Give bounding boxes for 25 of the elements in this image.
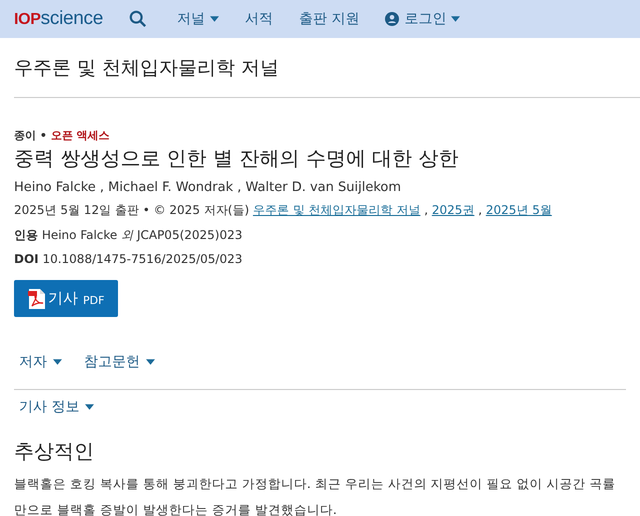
abstract-text: 블랙홀은 호킹 복사를 통해 붕괴한다고 가정합니다. 최근 우리는 사건의 지평선이 필요 없이 시공간 곡률만으로 블랙홀 증발이 발생한다는 증거를 발견했습니다.	[14, 475, 617, 516]
publication-link[interactable]: 2025권	[432, 203, 474, 217]
nav-menu-item[interactable]: 서적	[245, 10, 273, 28]
pdf-file-icon	[28, 288, 46, 308]
logo[interactable]: IOPscience	[14, 8, 103, 30]
article-title: 중력 쌍생성으로 인한 별 잔해의 수명에 대한 상한	[14, 145, 460, 172]
abstract-heading: 추상적인	[14, 438, 95, 465]
login-menu[interactable]: 로그인	[385, 10, 460, 28]
publication-info: 2025년 5월 12일 출판 • © 2025 저자(들) 우주론 및 천체입자물리학 저널 , 2025권 , 2025년 5월	[14, 202, 553, 219]
doi: DOI 10.1088/1475-7516/2025/05/023	[14, 252, 244, 266]
search-icon[interactable]	[129, 10, 147, 28]
section-toggle[interactable]: 저자	[19, 353, 62, 371]
article-type: 종이 •	[14, 128, 47, 143]
section-toggle[interactable]: 참고문헌	[84, 353, 155, 371]
pdf-button[interactable]: 기사 PDF	[14, 280, 118, 317]
publication-link[interactable]: 우주론 및 천체입자물리학 저널	[252, 203, 420, 217]
publication-link[interactable]: 2025년 5월	[486, 203, 552, 217]
journal-title: 우주론 및 천체입자물리학 저널	[13, 56, 280, 80]
user-icon	[385, 12, 400, 26]
nav-menu-item[interactable]: 출판 지원	[299, 10, 360, 28]
author-list: Heino Falcke , Michael F. Wondrak , Walter D. van Suijlekom	[14, 180, 626, 195]
section-toggle[interactable]: 기사 정보	[19, 398, 94, 416]
access-label: 오픈 액세스	[50, 128, 110, 143]
nav-menu-item[interactable]: 저널	[177, 10, 219, 28]
citation: 인용 Heino Falcke 외 JCAP05(2025)023	[14, 227, 244, 244]
